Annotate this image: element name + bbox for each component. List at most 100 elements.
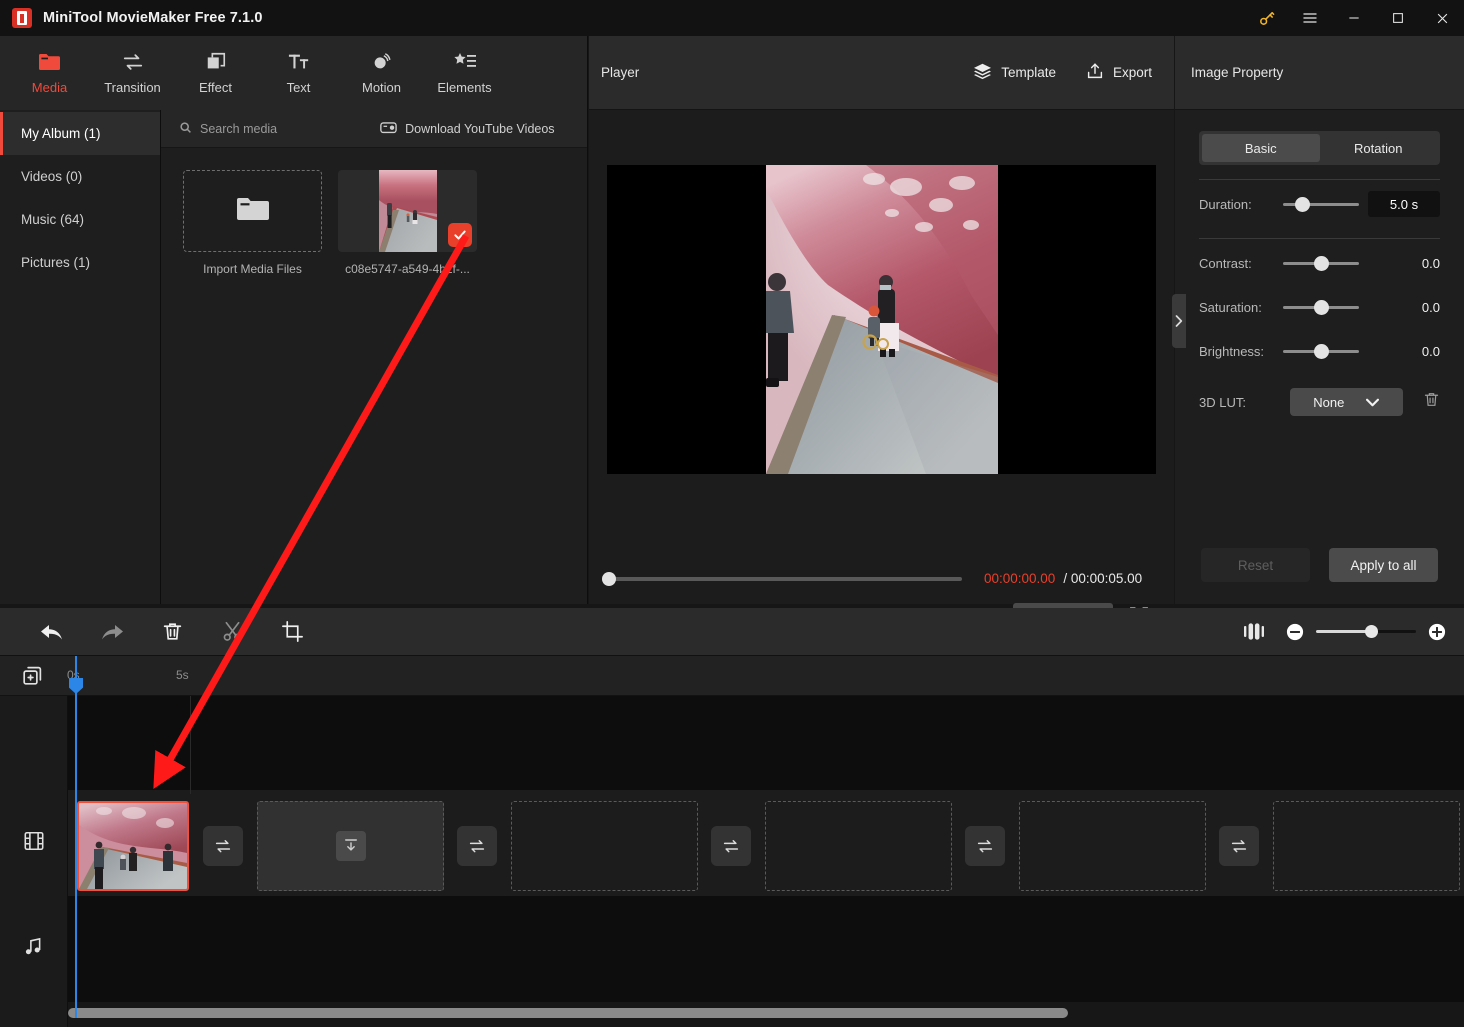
seek-knob[interactable] bbox=[602, 571, 616, 586]
media-selected-check[interactable] bbox=[448, 223, 472, 247]
timeline-header-text-track bbox=[0, 696, 67, 790]
redo-arrow-icon[interactable] bbox=[82, 612, 142, 652]
add-track-icon[interactable] bbox=[22, 665, 43, 691]
media-thumbnail-image bbox=[378, 170, 437, 252]
timeline-header-video-track[interactable] bbox=[0, 790, 67, 896]
transition-slot-4[interactable] bbox=[965, 826, 1005, 866]
fit-timeline-icon[interactable] bbox=[1244, 623, 1264, 640]
window-controls bbox=[1244, 0, 1464, 36]
panel-collapse-handle[interactable] bbox=[1172, 294, 1186, 348]
timeline-zoom-slider[interactable] bbox=[1316, 625, 1416, 638]
reset-button[interactable]: Reset bbox=[1201, 548, 1310, 582]
export-button[interactable]: Export bbox=[1086, 62, 1152, 83]
apply-to-all-button[interactable]: Apply to all bbox=[1329, 548, 1438, 582]
contrast-label: Contrast: bbox=[1199, 255, 1252, 271]
timeline-track-headers bbox=[0, 696, 68, 1027]
timeline-slot-1[interactable] bbox=[257, 801, 444, 891]
trash-icon[interactable] bbox=[142, 612, 202, 652]
brightness-label: Brightness: bbox=[1199, 343, 1265, 359]
player-stage[interactable] bbox=[607, 165, 1156, 474]
key-icon[interactable] bbox=[1244, 0, 1288, 36]
search-icon bbox=[179, 121, 192, 137]
track-text[interactable] bbox=[68, 696, 1464, 790]
scissors-icon[interactable] bbox=[202, 612, 262, 652]
contrast-slider-knob[interactable] bbox=[1314, 255, 1329, 271]
sidebar-item-pictures[interactable]: Pictures (1) bbox=[0, 241, 160, 284]
search-input[interactable]: Search media bbox=[179, 121, 277, 137]
timeline-slot-4[interactable] bbox=[1019, 801, 1206, 891]
track-video[interactable] bbox=[68, 790, 1464, 896]
tab-media[interactable]: Media bbox=[8, 38, 91, 108]
track-audio[interactable] bbox=[68, 896, 1464, 1002]
download-box-icon[interactable] bbox=[335, 831, 366, 861]
timeline-ruler[interactable]: 0s 5s bbox=[0, 656, 1464, 696]
tab-label: Motion bbox=[361, 80, 402, 95]
seek-slider[interactable] bbox=[602, 571, 962, 586]
folder-icon bbox=[38, 51, 62, 73]
player-panel: Player Template Export 00:00:00.00 / 00:… bbox=[589, 36, 1174, 629]
search-placeholder-text: Search media bbox=[200, 121, 278, 136]
undo-arrow-icon[interactable] bbox=[22, 612, 82, 652]
zoom-fill bbox=[1316, 630, 1372, 633]
layers-square-icon bbox=[205, 51, 227, 73]
divider bbox=[1199, 179, 1440, 180]
brightness-slider[interactable] bbox=[1283, 343, 1359, 359]
app-window: MiniTool MovieMaker Free 7.1.0 Media Tra… bbox=[0, 0, 1464, 1027]
zoom-in-icon[interactable] bbox=[1428, 623, 1446, 641]
duration-field[interactable]: 5.0 s bbox=[1368, 191, 1440, 217]
minitool-logo-icon bbox=[12, 8, 32, 28]
crop-icon[interactable] bbox=[262, 612, 322, 652]
timeline-slot-2[interactable] bbox=[511, 801, 698, 891]
saturation-slider-knob[interactable] bbox=[1314, 299, 1329, 315]
transition-slot-5[interactable] bbox=[1219, 826, 1259, 866]
property-title: Image Property bbox=[1191, 65, 1284, 80]
transition-slot-2[interactable] bbox=[457, 826, 497, 866]
contrast-slider[interactable] bbox=[1283, 255, 1359, 271]
brightness-slider-knob[interactable] bbox=[1314, 343, 1329, 359]
star-list-icon bbox=[453, 51, 477, 73]
brightness-value: 0.0 bbox=[1421, 343, 1440, 359]
import-label: Import Media Files bbox=[203, 262, 302, 276]
tab-effect[interactable]: Effect bbox=[174, 38, 257, 108]
sidebar-item-videos[interactable]: Videos (0) bbox=[0, 155, 160, 198]
motion-circles-icon bbox=[370, 51, 394, 73]
timeline-slot-3[interactable] bbox=[765, 801, 952, 891]
tab-transition[interactable]: Transition bbox=[91, 38, 174, 108]
sidebar-item-music[interactable]: Music (64) bbox=[0, 198, 160, 241]
tab-text[interactable]: Text bbox=[257, 38, 340, 108]
timeline-playhead[interactable] bbox=[69, 656, 83, 1018]
close-icon[interactable] bbox=[1420, 0, 1464, 36]
timeline-horizontal-scrollbar[interactable] bbox=[68, 1008, 1068, 1018]
zoom-out-icon[interactable] bbox=[1286, 623, 1304, 641]
duration-slider-knob[interactable] bbox=[1295, 196, 1310, 212]
maximize-icon[interactable] bbox=[1376, 0, 1420, 36]
tab-basic[interactable]: Basic bbox=[1202, 134, 1320, 162]
transition-slot-3[interactable] bbox=[711, 826, 751, 866]
zoom-knob[interactable] bbox=[1365, 625, 1378, 638]
menu-icon[interactable] bbox=[1288, 0, 1332, 36]
template-button[interactable]: Template bbox=[973, 63, 1056, 83]
tab-label: Text bbox=[286, 80, 311, 95]
duration-label: Duration: bbox=[1199, 196, 1252, 212]
text-tt-icon bbox=[287, 51, 311, 73]
divider bbox=[1199, 238, 1440, 239]
sidebar-item-my-album[interactable]: My Album (1) bbox=[0, 112, 160, 155]
timeline-tracks bbox=[68, 696, 1464, 1027]
transition-slot-1[interactable] bbox=[203, 826, 243, 866]
tab-elements[interactable]: Elements bbox=[423, 38, 506, 108]
tab-rotation[interactable]: Rotation bbox=[1320, 134, 1438, 162]
lut-delete-button[interactable] bbox=[1423, 391, 1440, 413]
media-thumbnail[interactable] bbox=[338, 170, 477, 252]
tab-motion[interactable]: Motion bbox=[340, 38, 423, 108]
duration-slider[interactable] bbox=[1283, 196, 1359, 212]
timeline-grid-line bbox=[190, 696, 191, 794]
lut-select[interactable]: None bbox=[1289, 388, 1403, 416]
saturation-slider[interactable] bbox=[1283, 299, 1359, 315]
timeline-slot-5[interactable] bbox=[1273, 801, 1460, 891]
brightness-row: Brightness: 0.0 bbox=[1175, 331, 1464, 371]
image-clip[interactable] bbox=[77, 801, 189, 891]
download-youtube-button[interactable]: Download YouTube Videos bbox=[380, 121, 555, 137]
import-media-files-button[interactable] bbox=[183, 170, 322, 252]
minimize-icon[interactable] bbox=[1332, 0, 1376, 36]
timeline-header-audio-track[interactable] bbox=[0, 896, 67, 1002]
